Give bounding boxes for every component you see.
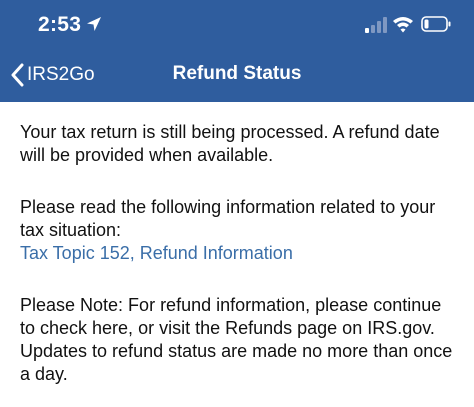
- processing-message: Your tax return is still being processed…: [20, 122, 440, 165]
- note-message: Please Note: For refund information, ple…: [20, 295, 453, 384]
- location-arrow-icon: [87, 17, 101, 31]
- cellular-signal-icon: [365, 17, 387, 33]
- status-bar: 2:53: [0, 0, 474, 50]
- info-intro: Please read the following information re…: [20, 197, 436, 240]
- battery-low-icon: [421, 16, 451, 32]
- navigation-bar: IRS2Go Refund Status: [0, 50, 474, 102]
- status-time: 2:53: [38, 13, 82, 36]
- tax-topic-link[interactable]: Tax Topic 152, Refund Information: [20, 242, 460, 265]
- refund-status-content: Your tax return is still being processed…: [20, 121, 460, 386]
- wifi-icon: [393, 17, 413, 33]
- app-header: 2:53 IRS2Go Refund Status: [0, 0, 474, 102]
- page-title: Refund Status: [172, 63, 302, 84]
